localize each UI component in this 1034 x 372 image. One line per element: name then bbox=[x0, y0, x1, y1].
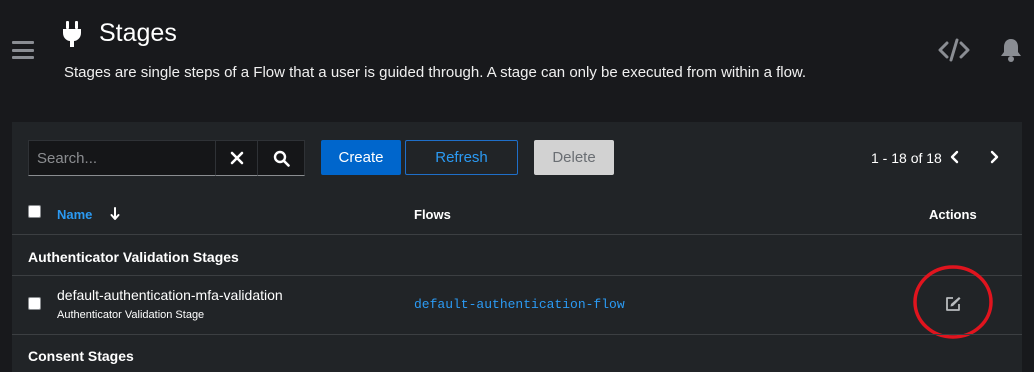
clear-search-button[interactable] bbox=[215, 140, 258, 176]
chevron-left-icon[interactable] bbox=[946, 148, 964, 166]
search-icon bbox=[273, 150, 290, 167]
edit-icon[interactable] bbox=[944, 295, 962, 313]
bell-icon[interactable] bbox=[999, 37, 1023, 63]
column-header-actions: Actions bbox=[929, 207, 977, 222]
divider bbox=[12, 334, 1022, 335]
divider bbox=[12, 234, 1022, 235]
stage-name: default-authentication-mfa-validation bbox=[57, 287, 283, 303]
group-title: Consent Stages bbox=[28, 348, 134, 364]
search-button[interactable] bbox=[257, 140, 305, 176]
row-checkbox[interactable] bbox=[28, 297, 41, 310]
column-header-flows: Flows bbox=[414, 207, 451, 222]
column-header-name[interactable]: Name bbox=[57, 207, 92, 222]
divider bbox=[12, 275, 1022, 276]
page-title: Stages bbox=[99, 19, 177, 47]
select-all-checkbox[interactable] bbox=[28, 205, 41, 218]
create-button[interactable]: Create bbox=[321, 140, 401, 175]
delete-button[interactable]: Delete bbox=[534, 140, 614, 175]
chevron-right-icon[interactable] bbox=[985, 148, 1003, 166]
code-icon[interactable] bbox=[938, 38, 970, 62]
page-header: Stages Stages are single steps of a Flow… bbox=[0, 0, 1034, 108]
sort-descending-icon[interactable] bbox=[109, 206, 121, 222]
refresh-button[interactable]: Refresh bbox=[405, 140, 518, 175]
flow-link[interactable]: default-authentication-flow bbox=[414, 297, 625, 312]
pagination-range: 1 - 18 of 18 bbox=[871, 150, 942, 166]
hamburger-menu-icon[interactable] bbox=[12, 41, 34, 59]
stage-type: Authenticator Validation Stage bbox=[57, 309, 205, 321]
search-input[interactable] bbox=[28, 140, 216, 176]
group-title: Authenticator Validation Stages bbox=[28, 249, 239, 265]
close-icon bbox=[230, 151, 243, 165]
plug-icon bbox=[63, 21, 81, 47]
page-description: Stages are single steps of a Flow that a… bbox=[64, 64, 807, 81]
